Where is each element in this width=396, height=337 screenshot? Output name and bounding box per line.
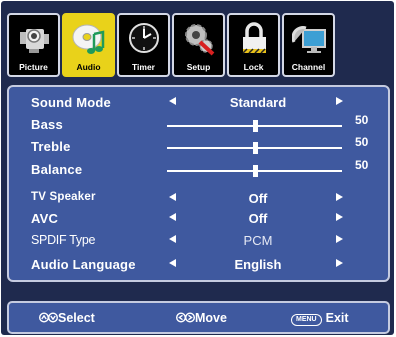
audio-language-label: Audio Language xyxy=(31,257,136,272)
left-arrow-icon[interactable] xyxy=(169,97,176,105)
bass-label: Bass xyxy=(31,117,63,132)
audio-language-row[interactable]: Audio Language English xyxy=(9,255,388,275)
balance-value: 50 xyxy=(355,158,369,172)
left-arrow-icon[interactable] xyxy=(169,235,176,243)
tv-speaker-label: TV Speaker xyxy=(31,191,96,203)
tv-speaker-row[interactable]: TV Speaker Off xyxy=(9,189,388,209)
exit-hint: MENU Exit xyxy=(291,311,349,326)
audio-language-value: English xyxy=(234,257,282,272)
sound-mode-row[interactable]: Sound Mode Standard xyxy=(9,93,388,113)
tab-label: Audio xyxy=(76,62,101,72)
left-right-arrows-icon xyxy=(176,312,195,323)
satellite-monitor-icon xyxy=(292,26,326,53)
slider-thumb[interactable] xyxy=(252,120,258,132)
right-arrow-icon[interactable] xyxy=(336,213,343,221)
tab-label: Channel xyxy=(291,62,326,72)
sound-mode-label: Sound Mode xyxy=(31,95,111,110)
tab-label: Timer xyxy=(132,62,155,72)
move-hint: Move xyxy=(176,311,227,325)
balance-row[interactable]: Balance 50 xyxy=(9,158,388,180)
audio-settings-panel: Sound Mode Standard Bass 50 Treble 50 Ba… xyxy=(7,85,390,282)
exit-hint-label: Exit xyxy=(325,311,349,325)
padlock-icon xyxy=(242,22,266,54)
balance-slider[interactable] xyxy=(167,165,342,177)
right-arrow-icon[interactable] xyxy=(336,235,343,243)
gear-wrench-icon xyxy=(185,24,215,56)
move-hint-label: Move xyxy=(195,311,227,325)
treble-slider[interactable] xyxy=(167,142,342,154)
tab-label: Lock xyxy=(243,62,264,72)
treble-row[interactable]: Treble 50 xyxy=(9,135,388,157)
bass-slider[interactable] xyxy=(167,120,342,132)
left-arrow-icon[interactable] xyxy=(169,193,176,201)
select-hint: Select xyxy=(39,311,95,325)
tv-osd-frame: Picture Audio Timer Setup Lock Channel S… xyxy=(1,1,394,335)
camera-icon xyxy=(20,29,49,53)
slider-thumb[interactable] xyxy=(252,142,258,154)
tv-speaker-value: Off xyxy=(248,191,268,206)
tab-timer[interactable]: Timer xyxy=(117,13,170,77)
avc-label: AVC xyxy=(31,211,59,226)
navigation-hint-bar: Select Move MENU Exit xyxy=(7,301,390,334)
menu-tab-bar: Picture Audio Timer Setup Lock Channel xyxy=(7,5,390,83)
tab-setup[interactable]: Setup xyxy=(172,13,225,77)
sound-mode-value: Standard xyxy=(229,95,287,110)
slider-thumb[interactable] xyxy=(252,165,258,177)
treble-label: Treble xyxy=(31,139,71,154)
up-down-arrows-icon xyxy=(39,312,58,323)
left-arrow-icon[interactable] xyxy=(169,213,176,221)
balance-label: Balance xyxy=(31,162,83,177)
spdif-type-value: PCM xyxy=(243,233,273,248)
spdif-type-row[interactable]: SPDIF Type PCM xyxy=(9,231,388,251)
tab-lock[interactable]: Lock xyxy=(227,13,280,77)
bass-row[interactable]: Bass 50 xyxy=(9,113,388,135)
avc-row[interactable]: AVC Off xyxy=(9,209,388,229)
treble-value: 50 xyxy=(355,135,369,149)
select-hint-label: Select xyxy=(58,311,95,325)
tab-picture[interactable]: Picture xyxy=(7,13,60,77)
clock-icon xyxy=(129,23,159,53)
avc-value: Off xyxy=(248,211,268,226)
menu-key-icon: MENU xyxy=(291,314,322,326)
right-arrow-icon[interactable] xyxy=(336,97,343,105)
bass-value: 50 xyxy=(355,113,369,127)
right-arrow-icon[interactable] xyxy=(336,259,343,267)
tab-channel[interactable]: Channel xyxy=(282,13,335,77)
tab-audio[interactable]: Audio xyxy=(62,13,115,77)
tab-label: Setup xyxy=(186,62,211,72)
spdif-type-label: SPDIF Type xyxy=(31,233,96,247)
left-arrow-icon[interactable] xyxy=(169,259,176,267)
tab-label: Picture xyxy=(19,62,48,72)
cd-music-icon xyxy=(72,24,105,54)
right-arrow-icon[interactable] xyxy=(336,193,343,201)
